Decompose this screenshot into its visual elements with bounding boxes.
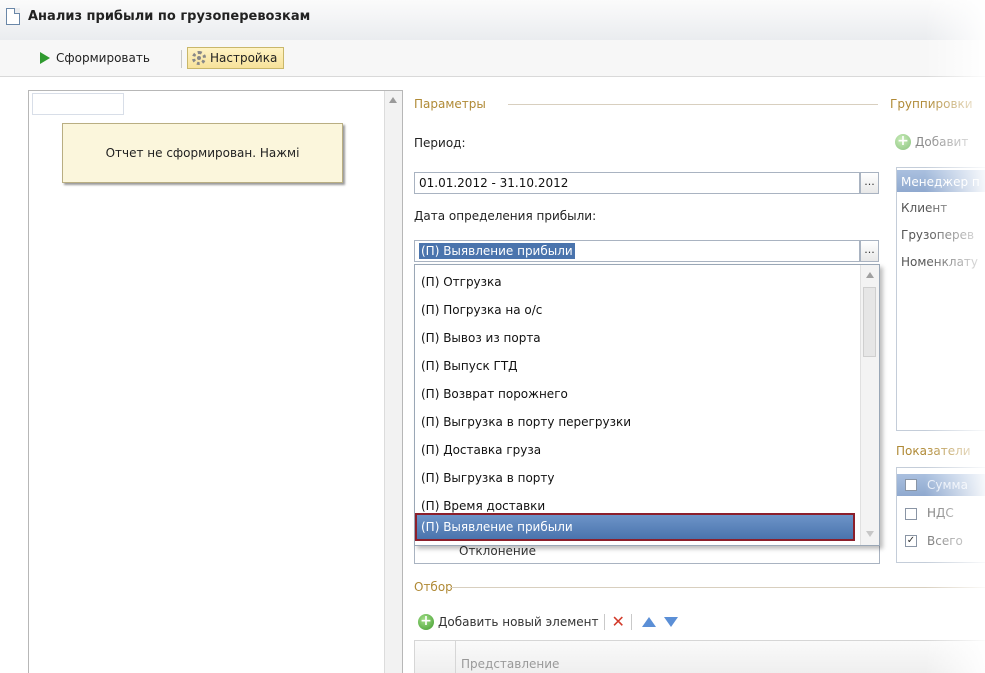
groupings-item[interactable]: Грузоперев xyxy=(901,228,974,242)
dropdown-item[interactable]: (П) Выпуск ГТД xyxy=(421,359,518,373)
document-icon xyxy=(6,8,20,25)
dropdown-item[interactable]: (П) Возврат порожнего xyxy=(421,387,568,401)
move-up-icon[interactable] xyxy=(641,616,656,627)
generate-button[interactable]: Сформировать xyxy=(40,47,150,69)
delete-icon[interactable]: ✕ xyxy=(611,612,624,631)
scroll-down-icon[interactable] xyxy=(866,531,874,537)
dropdown-item[interactable]: (П) Время доставки xyxy=(421,499,545,513)
groupings-add-label: Добавит xyxy=(915,135,969,149)
report-output-panel[interactable]: Отчет не сформирован. Нажмі xyxy=(28,90,403,673)
scroll-thumb[interactable] xyxy=(863,287,876,357)
report-window: Анализ прибыли по грузоперевозкам Сформи… xyxy=(0,0,985,673)
column-divider xyxy=(455,641,456,673)
dropdown-item[interactable]: (П) Погрузка на о/с xyxy=(421,303,542,317)
dropdown-item[interactable]: (П) Выгрузка в порту перегрузки xyxy=(421,415,631,429)
filter-section-title: Отбор xyxy=(414,580,453,594)
indicator-checkbox[interactable]: ✓ xyxy=(905,535,917,547)
period-select-button[interactable]: ... xyxy=(860,172,879,194)
indicators-list[interactable]: Сумма НДС ✓ Всего xyxy=(896,467,985,563)
dropdown-item[interactable]: (П) Выгрузка в порту xyxy=(421,471,555,485)
groupings-item[interactable]: Менеджер п xyxy=(901,175,980,189)
groupings-list[interactable]: Менеджер п Клиент Грузоперев Номенклату xyxy=(896,167,985,431)
profit-date-value: (П) Выявление прибыли xyxy=(419,243,575,259)
toolbar-separator xyxy=(181,50,182,68)
dropdown-item[interactable]: (П) Вывоз из порта xyxy=(421,331,541,345)
scroll-up-icon[interactable] xyxy=(866,272,874,278)
report-cell[interactable] xyxy=(32,93,124,115)
filter-divider xyxy=(450,587,985,588)
indicator-label: НДС xyxy=(927,506,954,520)
indicators-section-title: Показатели xyxy=(896,444,971,458)
profit-date-field[interactable]: (П) Выявление прибыли xyxy=(414,240,860,262)
indicator-label: Всего xyxy=(927,534,963,548)
period-field[interactable]: 01.01.2012 - 31.10.2012 xyxy=(414,172,860,194)
plus-icon: + xyxy=(895,134,911,150)
params-divider xyxy=(508,104,878,105)
move-down-icon[interactable] xyxy=(663,616,678,627)
filter-table-header: Представление xyxy=(414,640,985,673)
settings-label: Настройка xyxy=(210,51,278,65)
scroll-up-icon[interactable] xyxy=(389,97,397,103)
filter-add-label: Добавить новый элемент xyxy=(438,614,599,629)
behind-text: Отклонение xyxy=(459,544,536,558)
gear-icon xyxy=(192,51,206,65)
indicator-checkbox[interactable] xyxy=(905,508,917,520)
profit-date-select-button[interactable]: ... xyxy=(860,240,879,262)
indicator-checkbox[interactable] xyxy=(905,479,917,491)
params-section-title: Параметры xyxy=(414,97,486,111)
groupings-item[interactable]: Клиент xyxy=(901,201,947,215)
dropdown-scrollbar[interactable] xyxy=(860,265,879,545)
column-header-representation[interactable]: Представление xyxy=(461,657,559,671)
groupings-item[interactable]: Номенклату xyxy=(901,255,978,269)
play-icon xyxy=(40,52,50,64)
toolbar-separator xyxy=(604,613,606,630)
groupings-add-button[interactable]: + Добавит xyxy=(895,134,968,150)
period-label: Период: xyxy=(414,136,466,150)
not-generated-notice[interactable]: Отчет не сформирован. Нажмі xyxy=(62,123,343,183)
dropdown-item[interactable]: (П) Отгрузка xyxy=(421,275,502,289)
dropdown-item-selected[interactable]: (П) Выявление прибыли xyxy=(415,513,855,541)
toolbar-separator xyxy=(630,613,632,630)
groupings-section-title: Группировки xyxy=(890,97,973,111)
generate-label: Сформировать xyxy=(56,51,150,65)
plus-icon: + xyxy=(418,613,434,630)
window-title: Анализ прибыли по грузоперевозкам xyxy=(28,9,311,24)
title-bar: Анализ прибыли по грузоперевозкам xyxy=(0,0,985,41)
dropdown-item[interactable]: (П) Доставка груза xyxy=(421,443,541,457)
profit-date-dropdown-list[interactable]: (П) Отгрузка (П) Погрузка на о/с (П) Выв… xyxy=(414,264,880,546)
toolbar: Сформировать Настройка xyxy=(0,40,985,77)
notice-text: Отчет не сформирован. Нажмі xyxy=(105,146,300,160)
profit-date-label: Дата определения прибыли: xyxy=(414,209,597,223)
indicator-label: Сумма xyxy=(927,478,968,492)
settings-button[interactable]: Настройка xyxy=(187,47,285,69)
report-scrollbar[interactable] xyxy=(384,91,402,673)
filter-toolbar: + Добавить новый элемент ✕ xyxy=(418,612,682,631)
filter-add-button[interactable]: + Добавить новый элемент xyxy=(418,613,599,630)
